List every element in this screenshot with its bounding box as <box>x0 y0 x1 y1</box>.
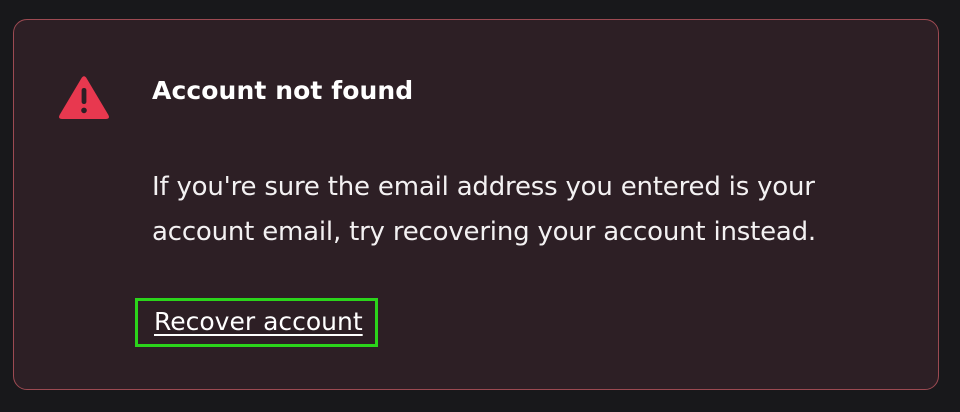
error-alert: Account not found If you're sure the ema… <box>13 19 939 390</box>
alert-title: Account not found <box>152 76 414 105</box>
recover-account-link[interactable]: Recover account <box>135 298 378 347</box>
alert-message: If you're sure the email address you ent… <box>152 172 816 247</box>
warning-triangle-icon <box>59 76 109 119</box>
